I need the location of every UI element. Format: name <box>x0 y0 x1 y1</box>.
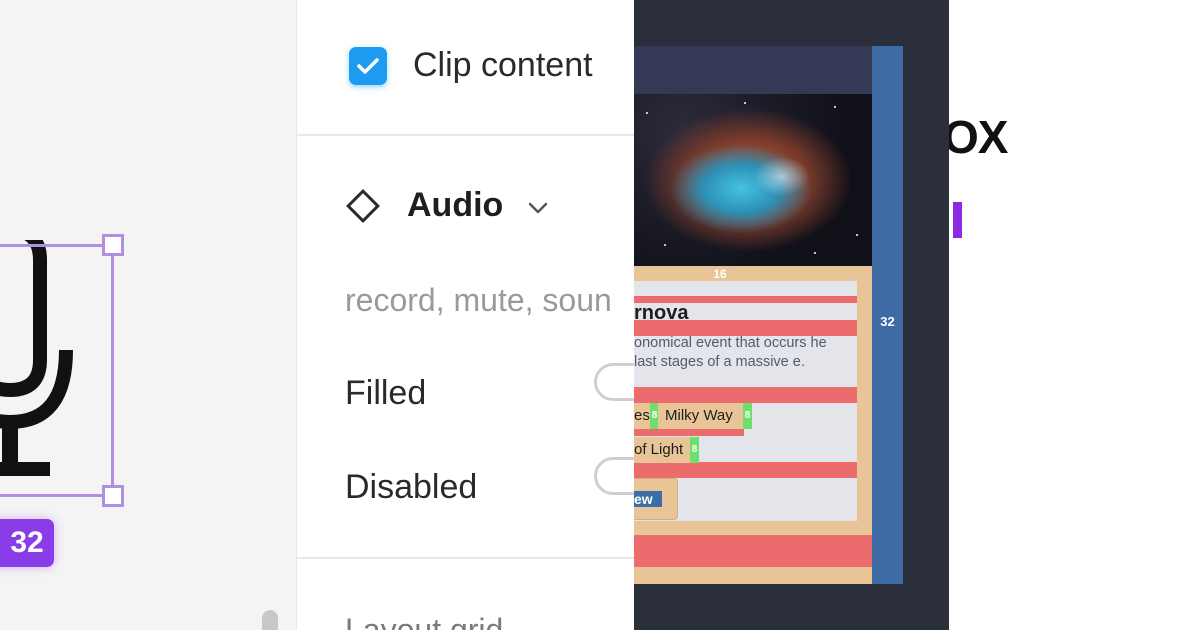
preview-area: rnova onomical event that occurs he last… <box>634 0 949 630</box>
card-view-button-label: ew <box>634 491 662 507</box>
card-tag[interactable]: Milky Way <box>658 403 743 429</box>
padding-bottom-overlay <box>634 535 872 567</box>
disabled-toggle[interactable] <box>594 457 634 495</box>
scrollbar-thumb[interactable] <box>262 610 278 630</box>
divider <box>297 134 634 136</box>
component-diamond-icon <box>346 188 380 223</box>
selection-box <box>0 244 114 497</box>
card-image <box>634 94 872 266</box>
component-header[interactable]: Audio <box>345 186 549 225</box>
tag-gap-marker: 8 <box>690 437 699 463</box>
component-title: Audio <box>407 186 504 224</box>
accent-bar <box>953 202 962 238</box>
card-description: onomical event that occurs he last stage… <box>634 335 827 370</box>
card-tag[interactable]: of Light <box>634 437 690 463</box>
card-tag[interactable]: es <box>634 403 650 429</box>
card-view-button[interactable]: ew <box>634 478 678 520</box>
clip-content-checkbox[interactable] <box>349 46 387 85</box>
layout-grid-section-title[interactable]: Layout grid <box>345 612 503 630</box>
size-badge: 32 <box>0 519 54 567</box>
chevron-down-icon[interactable] <box>527 201 549 215</box>
gap-overlay <box>634 387 857 403</box>
brand-area: OX <box>949 0 1200 630</box>
gap-overlay <box>634 462 857 478</box>
divider <box>297 557 634 559</box>
resize-handle-top-right[interactable] <box>102 234 124 256</box>
spacing-label-side: 32 <box>880 314 895 329</box>
property-label-filled: Filled <box>345 374 427 412</box>
tag-gap-marker: 8 <box>743 403 752 429</box>
side-spacing-overlay: 32 <box>872 46 903 584</box>
design-canvas[interactable]: 32 <box>0 0 296 630</box>
clip-content-label: Clip content <box>413 46 593 84</box>
clip-content-row[interactable]: Clip content <box>349 46 593 85</box>
component-description: record, mute, soun <box>345 282 612 318</box>
property-label-disabled: Disabled <box>345 468 478 506</box>
resize-handle-bottom-right[interactable] <box>102 485 124 507</box>
properties-panel: Clip content Audio record, mute, soun Fi… <box>296 0 634 630</box>
spacing-label-top: 16 <box>713 267 727 281</box>
checkmark-icon <box>357 57 379 74</box>
wordmark: OX <box>949 111 1008 163</box>
card-title: rnova <box>634 302 689 324</box>
filled-toggle[interactable] <box>594 363 634 401</box>
